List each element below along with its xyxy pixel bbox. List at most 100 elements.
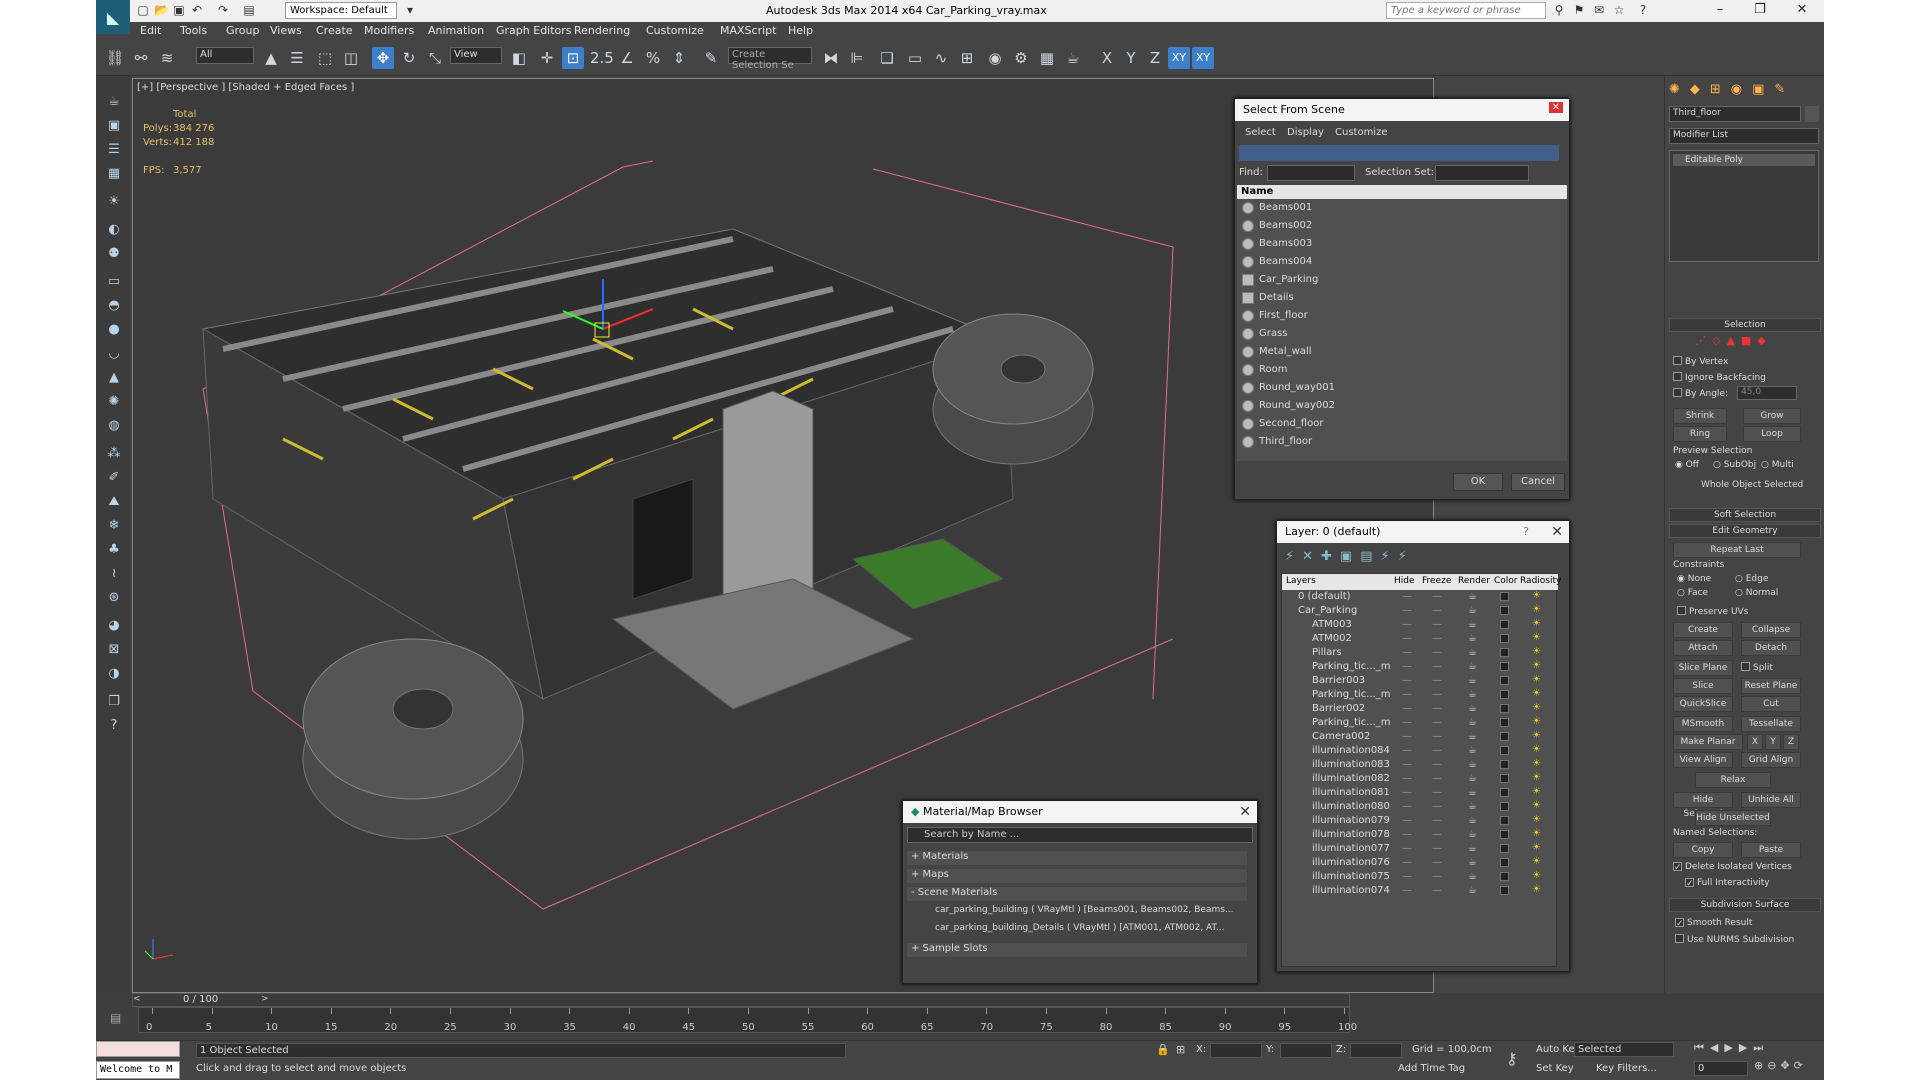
render-teapot-icon[interactable]: ☕ [1468,717,1477,728]
ss-menu-select[interactable]: Select [1245,127,1276,138]
subscription-icon[interactable]: ⚑ [1572,3,1586,17]
axis-constraint-xy-cycle[interactable]: XY [1192,47,1214,69]
freeze-toggle[interactable]: — [1432,703,1442,714]
layer-row[interactable]: illumination080 — — ☕ ☀ [1284,800,1556,814]
preview-off-radio[interactable]: ◉ Off [1675,460,1699,470]
freeze-toggle[interactable]: — [1432,801,1442,812]
layer-row[interactable]: illumination076 — — ☕ ☀ [1284,856,1556,870]
layer-row[interactable]: illumination075 — — ☕ ☀ [1284,870,1556,884]
menu-maxscript[interactable]: MAXScript [720,24,776,37]
spinner-snap-icon[interactable]: ⇕ [668,47,690,69]
collapse-button[interactable]: Collapse [1741,622,1801,638]
layer-color-swatch[interactable] [1500,662,1509,671]
render-teapot-icon[interactable]: ☕ [1468,857,1477,868]
constraint-normal-radio[interactable]: ○ Normal [1735,588,1778,598]
layer-color-swatch[interactable] [1500,844,1509,853]
reset-plane-button[interactable]: Reset Plane [1741,678,1801,694]
plane-icon[interactable]: ▭ [104,272,124,292]
cut-button[interactable]: Cut [1741,696,1801,712]
info-icon[interactable]: ? [104,716,124,736]
layer-row[interactable]: illumination077 — — ☕ ☀ [1284,842,1556,856]
radiosity-icon[interactable]: ☀ [1532,604,1541,615]
render-teapot-icon[interactable]: ☕ [1468,703,1477,714]
render-teapot-icon[interactable]: ☕ [1468,633,1477,644]
layer-row[interactable]: illumination083 — — ☕ ☀ [1284,758,1556,772]
mini-curve-editor-icon[interactable]: ▤ [110,1011,126,1025]
radiosity-icon[interactable]: ☀ [1532,716,1541,727]
plant-icon[interactable]: ♣ [104,540,124,560]
sun-icon[interactable]: ✺ [104,392,124,412]
delete-isolated-check[interactable]: ✓ Delete Isolated Vertices [1673,862,1792,873]
select-move-icon[interactable]: ✥ [372,47,394,69]
subdivision-surface-rollout[interactable]: Subdivision Surface [1669,898,1821,912]
material-editor-icon[interactable]: ◉ [984,47,1006,69]
materials-section[interactable]: + Materials [907,851,1247,865]
list-item[interactable]: Second_floor [1239,415,1565,433]
radiosity-icon[interactable]: ☀ [1532,884,1541,895]
render-teapot-icon[interactable]: ☕ [1468,871,1477,882]
select-scale-icon[interactable]: ⤡ [424,47,446,69]
radiosity-icon[interactable]: ☀ [1532,856,1541,867]
slice-button[interactable]: Slice [1673,678,1733,694]
freeze-toggle[interactable]: — [1432,731,1442,742]
list-item[interactable]: Beams002 [1239,217,1565,235]
relax-button[interactable]: Relax [1695,772,1771,788]
hide-toggle[interactable]: — [1402,675,1412,686]
layer-row[interactable]: Barrier003 — — ☕ ☀ [1284,674,1556,688]
hide-toggle[interactable]: — [1402,633,1412,644]
layer-row[interactable]: Parking_tic..._m — — ☕ ☀ [1284,660,1556,674]
render-teapot-icon[interactable]: ☕ [1468,689,1477,700]
list-item[interactable]: Details [1239,289,1565,307]
maps-section[interactable]: + Maps [907,869,1247,883]
project-folder-icon[interactable]: ▤ [242,3,256,17]
pivot-center-icon[interactable]: ◧ [508,47,530,69]
hide-toggle[interactable]: — [1402,647,1412,658]
curve-editor-icon[interactable]: ∿ [930,47,952,69]
select-scene-close-icon[interactable]: ✕ [1548,102,1563,113]
list-item[interactable]: Metal_wall [1239,343,1565,361]
preserve-uvs-check[interactable]: Preserve UVs [1677,606,1748,617]
app-logo-icon[interactable]: ◣ [96,0,130,34]
hide-toggle[interactable]: — [1402,717,1412,728]
quick-access-menu-icon[interactable]: ▾ [403,3,417,17]
axis-constraint-y[interactable]: Y [1120,47,1142,69]
freeze-toggle[interactable]: — [1432,675,1442,686]
smooth-result-check[interactable]: ✓ Smooth Result [1675,918,1752,929]
hide-toggle[interactable]: — [1402,759,1412,770]
render-teapot-icon[interactable]: ☕ [1468,815,1477,826]
split-check[interactable]: Split [1741,662,1773,673]
percent-snap-icon[interactable]: % [642,47,664,69]
radiosity-icon[interactable]: ☀ [1532,772,1541,783]
menu-rendering[interactable]: Rendering [574,24,630,37]
save-icon[interactable]: ▣ [172,3,186,17]
use-nurms-check[interactable]: Use NURMS Subdivision [1675,934,1794,945]
particles-icon[interactable]: ⁂ [104,444,124,464]
layer-explorer-icon[interactable]: ❏ [876,47,898,69]
radiosity-icon[interactable]: ☀ [1532,674,1541,685]
scene-material-item[interactable]: car_parking_building_Details ( VRayMtl )… [917,923,1247,937]
layer-color-swatch[interactable] [1500,620,1509,629]
layer-row[interactable]: Car_Parking — — ☕ ☀ [1284,604,1556,618]
keyboard-shortcut-icon[interactable]: ⊡ [562,47,584,69]
rendered-frame-icon[interactable]: ▦ [1036,47,1058,69]
select-rotate-icon[interactable]: ↻ [398,47,420,69]
layer-row[interactable]: Barrier002 — — ☕ ☀ [1284,702,1556,716]
material-search-input[interactable]: Search by Name ... [907,827,1253,843]
repeat-last-button[interactable]: Repeat Last [1673,542,1801,558]
y-coordinate[interactable] [1280,1043,1332,1058]
freeze-toggle[interactable]: — [1432,871,1442,882]
maxscript-listener[interactable] [96,1041,180,1057]
menu-graph-editors[interactable]: Graph Editors [496,24,572,37]
angle-snap-icon[interactable]: ∠ [616,47,638,69]
radiosity-icon[interactable]: ☀ [1532,590,1541,601]
hide-toggle[interactable]: — [1402,731,1412,742]
named-selection-dropdown[interactable]: Create Selection Se [728,47,812,71]
menu-modifiers[interactable]: Modifiers [364,24,414,37]
list-item[interactable]: Round_way001 [1239,379,1565,397]
redo-icon[interactable]: ↷ [216,3,230,17]
render-teapot-icon[interactable]: ☕ [1468,661,1477,672]
layer-row[interactable]: Parking_tic..._m — — ☕ ☀ [1284,688,1556,702]
cancel-button[interactable]: Cancel [1511,473,1565,491]
list-item[interactable]: Beams004 [1239,253,1565,271]
modifier-list-dropdown[interactable]: Modifier List [1669,128,1819,144]
